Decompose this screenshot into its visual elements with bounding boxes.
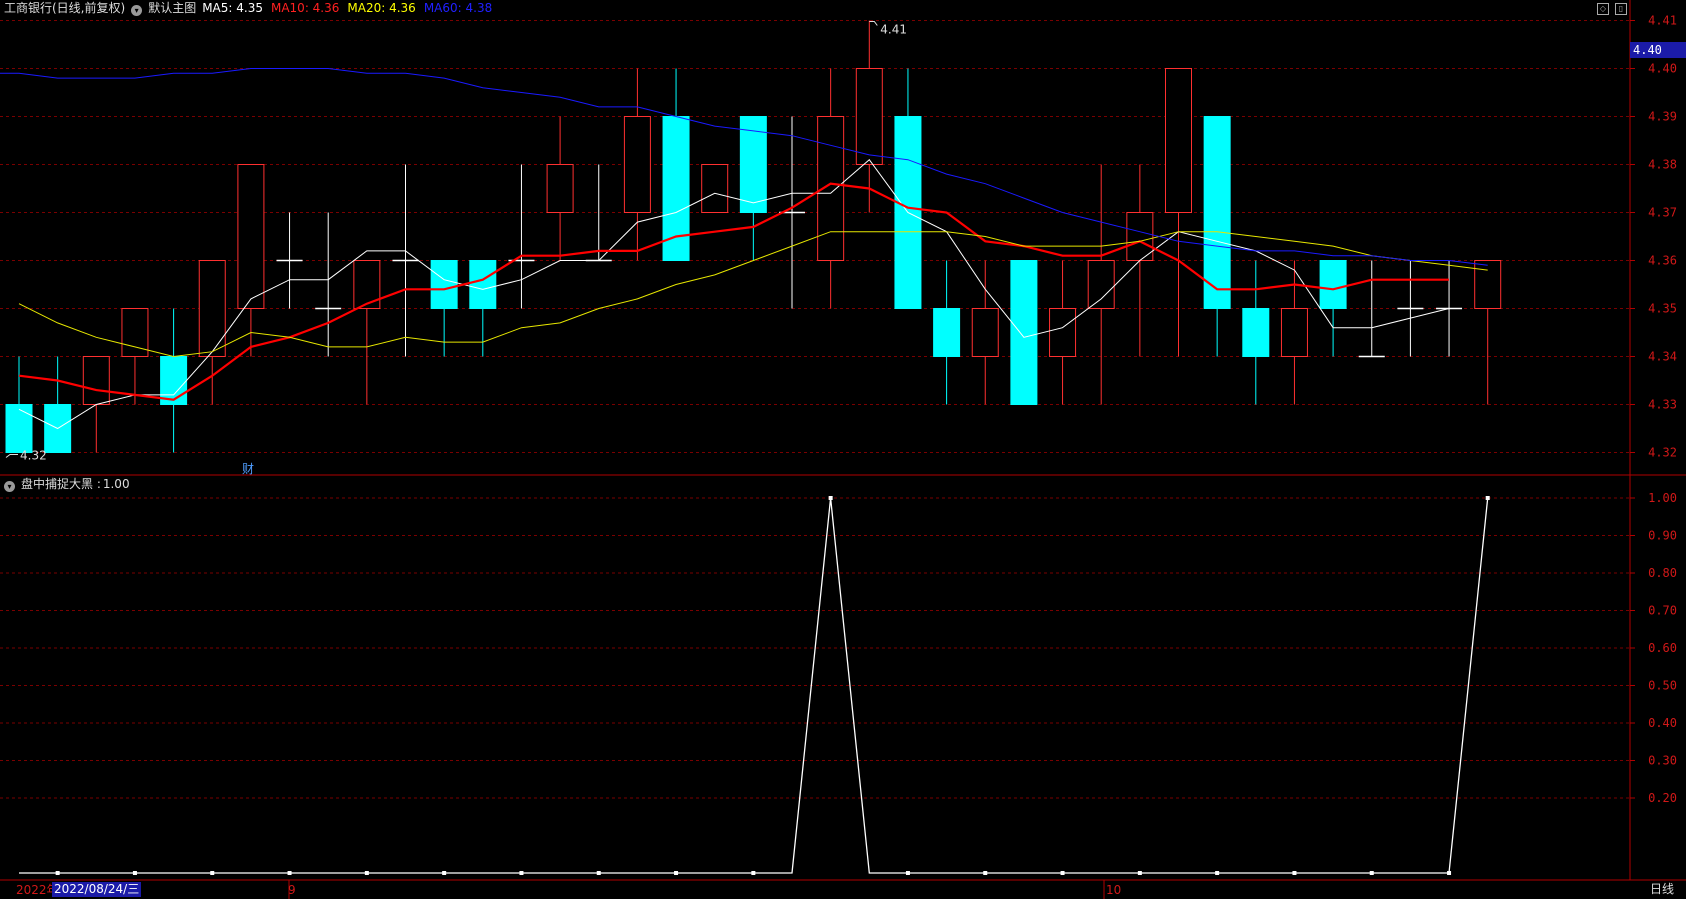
indicator-tick-label: 0.60: [1648, 641, 1677, 655]
period-label[interactable]: 日线: [1650, 882, 1674, 897]
price-tick-label: 4.41: [1648, 14, 1677, 28]
price-tick-label: 4.37: [1648, 206, 1677, 220]
fin-marker: 财: [242, 462, 254, 476]
template-dropdown-icon[interactable]: ▾: [131, 5, 143, 16]
candle-up: [1049, 308, 1077, 357]
candle-up: [198, 260, 226, 357]
indicator-point: [751, 871, 756, 875]
template-label[interactable]: 默认主图: [148, 1, 196, 15]
candle-down: [933, 308, 961, 357]
price-tick-label: 4.38: [1648, 158, 1677, 172]
high-annotation: 4.41: [880, 23, 907, 37]
indicator-point: [983, 871, 988, 875]
indicator-point: [674, 871, 679, 875]
candle-up: [237, 164, 265, 309]
candle-up: [1474, 260, 1502, 309]
candle-up: [546, 164, 574, 213]
indicator-dropdown-icon[interactable]: ▾: [4, 481, 15, 492]
candle-down: [1242, 308, 1270, 357]
price-tick-label: 4.32: [1648, 446, 1677, 460]
indicator-tick-label: 1.00: [1648, 491, 1677, 505]
indicator-point: [1060, 871, 1065, 875]
price-tick-label: 4.33: [1648, 398, 1677, 412]
indicator-point: [55, 871, 60, 875]
ma-legend-item-ma60: MA60: 4.38: [423, 1, 493, 15]
indicator-point: [442, 871, 447, 875]
candle-down: [430, 260, 458, 309]
indicator-tick-label: 0.30: [1648, 754, 1677, 768]
current-price-label: 4.40: [1630, 42, 1686, 58]
indicator-tick-label: 0.80: [1648, 566, 1677, 580]
ma-legend-item-ma20: MA20: 4.36: [347, 1, 416, 15]
ma-legend-item-ma10: MA10: 4.36: [270, 1, 340, 15]
ma-legend: MA5: 4.35 MA10: 4.36 MA20: 4.36 MA60: 4.38: [202, 1, 500, 15]
indicator-point: [210, 871, 215, 875]
diamond-icon[interactable]: ◇: [1597, 3, 1609, 15]
indicator-point: [1369, 871, 1374, 875]
low-annotation: 4.32: [20, 449, 47, 463]
indicator-point: [1215, 871, 1220, 875]
time-label-september: 9: [288, 883, 296, 897]
candle-up: [82, 356, 110, 405]
candle-up: [971, 308, 999, 357]
candle-down: [1319, 260, 1347, 309]
indicator-tick-label: 0.70: [1648, 604, 1677, 618]
indicator-title: 盘中捕捉大黑 :: [21, 477, 101, 491]
candle-down: [469, 260, 497, 309]
indicator-tick-label: 0.20: [1648, 791, 1677, 805]
window-toggle-icon[interactable]: ▯: [1615, 3, 1627, 15]
indicator-point: [287, 871, 292, 875]
main-chart-header: 工商银行(日线,前复权) ▾ 默认主图 MA5: 4.35 MA10: 4.36 MA20…: [4, 0, 506, 16]
indicator-header: ▾ 盘中捕捉大黑 :1.00: [4, 476, 136, 492]
candle-up: [701, 164, 729, 213]
indicator-point: [132, 871, 137, 875]
candle-up: [855, 68, 883, 165]
time-label-october: 10: [1106, 883, 1121, 897]
price-tick-label: 4.36: [1648, 254, 1677, 268]
indicator-point: [1137, 871, 1142, 875]
indicator-value: 1.00: [102, 477, 130, 491]
indicator-tick-label: 0.90: [1648, 529, 1677, 543]
indicator-point: [828, 496, 833, 500]
candle-down: [5, 404, 33, 453]
indicator-point: [519, 871, 524, 875]
candle-up: [1165, 68, 1192, 213]
indicator-point: [596, 871, 601, 875]
price-tick-label: 4.39: [1648, 110, 1677, 124]
candle-up: [623, 116, 651, 213]
chart-canvas[interactable]: 4.32 4.33 4.34 4.35 4.36 4.37 4.38 4.39 4.40 4.41…: [0, 0, 1686, 899]
indicator-tick-label: 0.50: [1648, 679, 1677, 693]
candle-down: [160, 356, 188, 405]
candle-down: [1010, 260, 1038, 405]
indicator-point: [364, 871, 369, 875]
price-tick-label: 4.40: [1648, 62, 1677, 76]
price-tick-label: 4.34: [1648, 350, 1677, 364]
indicator-point: [905, 871, 910, 875]
indicator-point: [1292, 871, 1297, 875]
indicator-tick-label: 0.40: [1648, 716, 1677, 730]
indicator-point: [1447, 871, 1452, 875]
indicator-point: [1485, 496, 1490, 500]
candle-up: [1087, 260, 1115, 309]
candle-down: [1203, 116, 1231, 309]
candle-up: [1280, 308, 1308, 357]
cursor-date-label: 2022/08/24/三: [52, 882, 142, 897]
price-tick-label: 4.35: [1648, 302, 1677, 316]
stock-title: 工商银行(日线,前复权): [4, 1, 126, 15]
stock-chart-window: 4.32 4.33 4.34 4.35 4.36 4.37 4.38 4.39 4.40 4.41…: [0, 0, 1686, 899]
ma-legend-item-ma5: MA5: 4.35: [202, 1, 263, 15]
